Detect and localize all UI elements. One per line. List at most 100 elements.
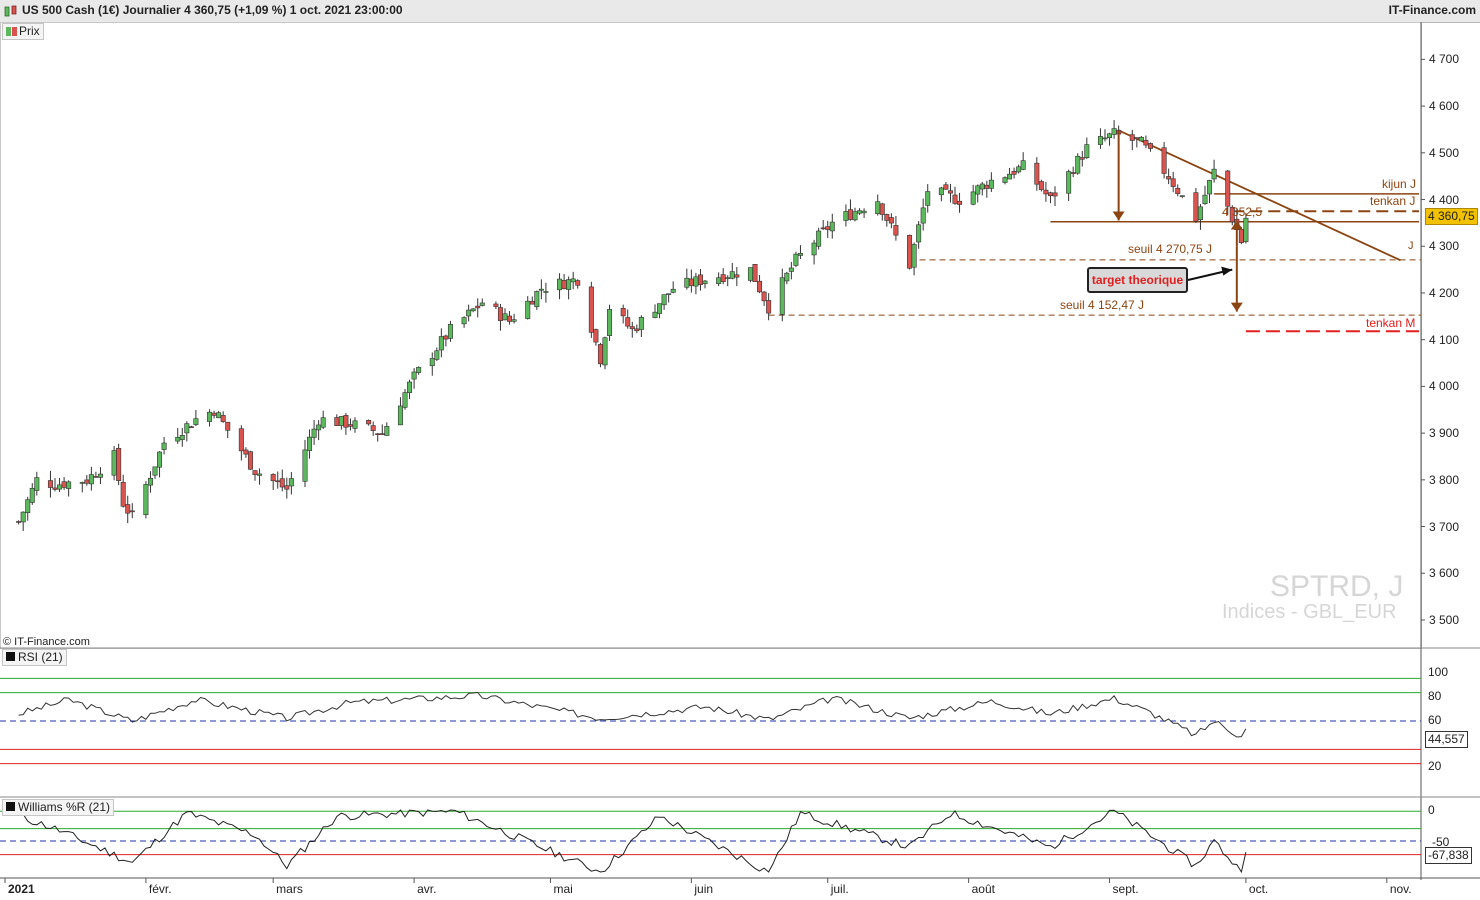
rsi-tick-20: 20 — [1428, 759, 1442, 773]
candle-body — [538, 288, 544, 291]
candle-body — [561, 279, 567, 290]
candle-body — [661, 294, 667, 306]
candle-body — [411, 371, 417, 380]
candle-body — [697, 274, 703, 285]
candle-body — [16, 521, 22, 523]
x-tick-label: juin — [693, 882, 713, 896]
candle-body — [493, 303, 499, 307]
candle-body — [216, 412, 222, 419]
candle-body — [593, 329, 599, 343]
candle-body — [1161, 147, 1167, 174]
candle-body — [475, 305, 481, 309]
chart-window: US 500 Cash (1€) Journalier 4 360,75 (+1… — [0, 0, 1480, 900]
candle-body — [307, 436, 313, 451]
target-pointer-arrow-head — [1221, 266, 1233, 276]
candle-body — [1007, 173, 1013, 180]
candle-body — [911, 244, 917, 268]
candle-body — [1211, 168, 1217, 180]
candle-body — [1243, 217, 1249, 242]
seuil-4152-label: seuil 4 152,47 J — [1060, 298, 1145, 312]
candle-body — [97, 473, 103, 478]
rsi-legend-label: RSI (21) — [18, 650, 63, 664]
candle-body — [275, 480, 281, 483]
candle-body — [702, 280, 708, 285]
candle-body — [320, 417, 326, 428]
candle-body — [479, 302, 485, 306]
kijun-j-label: kijun J — [1382, 177, 1417, 191]
copyright-label: © IT-Finance.com — [3, 636, 90, 648]
seuil-4270-label: seuil 4 270,75 J — [1128, 242, 1213, 256]
tenkan-m-label: tenkan M — [1366, 316, 1416, 330]
candle-body — [588, 286, 594, 333]
candle-body — [1079, 157, 1085, 160]
candle-body — [779, 277, 785, 315]
candle-body — [947, 190, 953, 194]
target-theorique-box[interactable]: target theorique — [1087, 267, 1188, 293]
candle-body — [829, 221, 835, 232]
candle-body — [1197, 206, 1203, 221]
candle-body — [447, 323, 453, 339]
current-price-tag: 4 360,75 — [1425, 208, 1478, 225]
candle-body — [629, 326, 635, 330]
candle-body — [288, 478, 294, 487]
candle-body — [716, 277, 722, 284]
candle-body — [270, 474, 276, 482]
candle-body — [529, 300, 535, 305]
candle-body — [1002, 177, 1008, 183]
candle-body — [125, 504, 131, 514]
candle-body — [570, 278, 576, 283]
candle-body — [566, 279, 572, 290]
candle-body — [1138, 136, 1144, 142]
candle-body — [225, 421, 231, 431]
candle-body — [847, 209, 853, 220]
candle-body — [652, 311, 658, 318]
candle-body — [461, 317, 467, 325]
rsi-legend[interactable]: RSI (21) — [2, 649, 67, 666]
candle-body — [657, 303, 663, 314]
candle-body — [161, 442, 167, 450]
candle-body — [979, 183, 985, 190]
williams-legend[interactable]: Williams %R (21) — [2, 799, 115, 816]
candle-body — [925, 191, 931, 206]
candle-body — [1047, 192, 1053, 196]
candle-body — [147, 477, 153, 486]
candle-body — [816, 230, 822, 247]
y-tick-label: 4 400 — [1429, 192, 1460, 207]
candle-body — [175, 437, 181, 442]
candle-body — [1102, 137, 1108, 140]
level-4352-label: 4 352,5 — [1222, 205, 1263, 219]
candle-body — [311, 428, 317, 438]
candle-body — [534, 291, 540, 308]
rsi-swatch-icon — [6, 652, 15, 661]
candle-body — [1016, 166, 1022, 173]
candle-body — [793, 253, 799, 266]
candle-body — [734, 274, 740, 278]
candle-body — [1052, 192, 1058, 197]
x-tick-label: févr. — [149, 882, 172, 896]
candle-body — [20, 511, 26, 523]
candle-body — [1020, 160, 1026, 170]
candle-body — [379, 433, 385, 435]
williams-swatch-icon — [6, 802, 15, 811]
candle-body — [429, 358, 435, 367]
price-chart-svg[interactable]: 2021 févr. mars avr. mai juin juil. août sept. oc… — [0, 0, 1480, 900]
candle-body — [352, 420, 358, 429]
y-tick-label: 4 000 — [1429, 379, 1460, 394]
y-tick-label: 3 800 — [1429, 472, 1460, 487]
candle-body — [984, 184, 990, 189]
y-tick-label: 3 500 — [1429, 612, 1460, 627]
candle-body — [466, 309, 472, 317]
williams-value-tag: -67,838 — [1425, 847, 1472, 864]
candle-body — [820, 227, 826, 230]
candle-body — [1043, 189, 1049, 195]
candle-body — [884, 214, 890, 221]
x-tick-label: mars — [276, 882, 303, 896]
candle-body — [188, 426, 194, 428]
candle-body — [84, 479, 90, 484]
candle-body — [416, 366, 422, 373]
candle-body — [957, 200, 963, 205]
candle-body — [525, 300, 531, 319]
candle-body — [116, 447, 122, 481]
candle-body — [1202, 194, 1208, 205]
candle-body — [1011, 170, 1017, 175]
